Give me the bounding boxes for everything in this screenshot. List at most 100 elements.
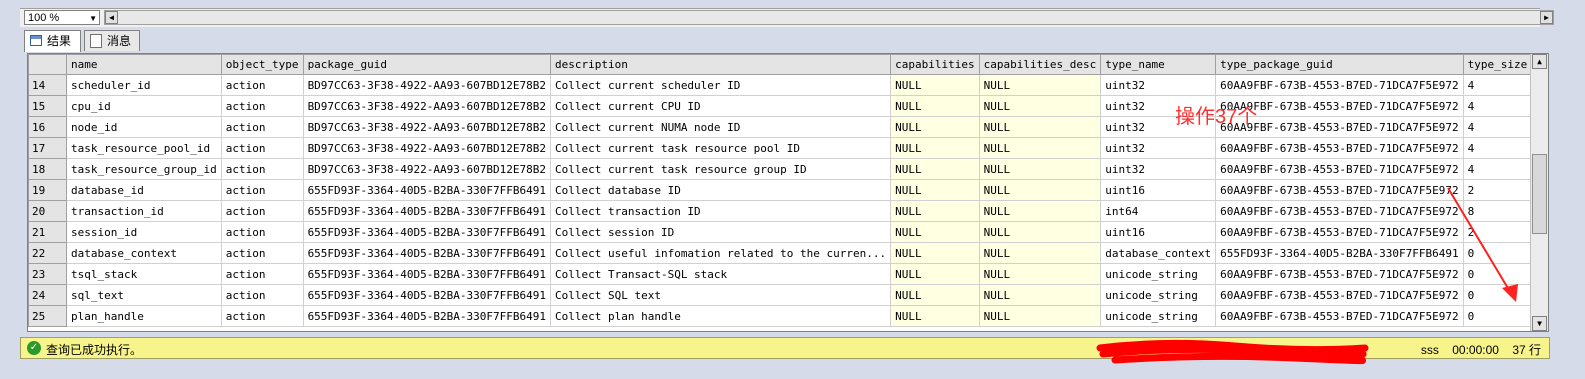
cell-capabilities[interactable]: NULL xyxy=(890,200,980,222)
cell-type-package-guid[interactable]: 60AA9FBF-673B-4553-B7ED-71DCA7F5E972 xyxy=(1215,200,1464,222)
cell-type-size[interactable]: 4 xyxy=(1462,137,1533,159)
row-number[interactable]: 16 xyxy=(28,116,67,138)
row-number[interactable]: 24 xyxy=(28,284,67,306)
cell-package-guid[interactable]: BD97CC63-3F38-4922-AA93-607BD12E78B2 xyxy=(302,137,551,159)
cell-package-guid[interactable]: BD97CC63-3F38-4922-AA93-607BD12E78B2 xyxy=(302,74,551,96)
cell-capabilities-desc[interactable]: NULL xyxy=(978,95,1102,117)
cell-object-type[interactable]: action xyxy=(220,221,304,243)
cell-type-name[interactable]: uint32 xyxy=(1100,137,1217,159)
cell-name[interactable]: scheduler_id xyxy=(66,74,222,96)
cell-capabilities-desc[interactable]: NULL xyxy=(978,305,1102,327)
cell-capabilities-desc[interactable]: NULL xyxy=(978,137,1102,159)
cell-capabilities[interactable]: NULL xyxy=(890,305,980,327)
row-number[interactable]: 22 xyxy=(28,242,67,264)
cell-package-guid[interactable]: 655FD93F-3364-40D5-B2BA-330F7FFB6491 xyxy=(302,242,551,264)
cell-type-size[interactable]: 4 xyxy=(1462,95,1533,117)
row-number[interactable]: 18 xyxy=(28,158,67,180)
cell-object-type[interactable]: action xyxy=(220,263,304,285)
cell-description[interactable]: Collect current scheduler ID xyxy=(549,74,892,96)
cell-description[interactable]: Collect plan handle xyxy=(549,305,892,327)
cell-capabilities-desc[interactable]: NULL xyxy=(978,158,1102,180)
cell-type-package-guid[interactable]: 60AA9FBF-673B-4553-B7ED-71DCA7F5E972 xyxy=(1215,221,1464,243)
column-header-type-package-guid[interactable]: type_package_guid xyxy=(1215,54,1464,75)
cell-name[interactable]: database_context xyxy=(66,242,222,264)
table-row[interactable]: 14 scheduler_id action BD97CC63-3F38-4922-A… xyxy=(28,74,1533,96)
cell-object-type[interactable]: action xyxy=(220,158,304,180)
cell-type-name[interactable]: unicode_string xyxy=(1100,305,1217,327)
cell-capabilities[interactable]: NULL xyxy=(890,263,980,285)
chevron-down-icon[interactable]: ▼ xyxy=(89,11,97,26)
row-number[interactable]: 20 xyxy=(28,200,67,222)
cell-capabilities[interactable]: NULL xyxy=(890,221,980,243)
cell-type-name[interactable]: database_context xyxy=(1100,242,1217,264)
row-number[interactable]: 19 xyxy=(28,179,67,201)
cell-name[interactable]: cpu_id xyxy=(66,95,222,117)
cell-capabilities[interactable]: NULL xyxy=(890,158,980,180)
cell-type-name[interactable]: uint16 xyxy=(1100,221,1217,243)
column-header-object-type[interactable]: object_type xyxy=(220,54,304,75)
cell-type-package-guid[interactable]: 60AA9FBF-673B-4553-B7ED-71DCA7F5E972 xyxy=(1215,74,1464,96)
scroll-down-icon[interactable]: ▼ xyxy=(1532,316,1547,331)
cell-object-type[interactable]: action xyxy=(220,242,304,264)
cell-description[interactable]: Collect current NUMA node ID xyxy=(549,116,892,138)
cell-package-guid[interactable]: 655FD93F-3364-40D5-B2BA-330F7FFB6491 xyxy=(302,263,551,285)
cell-description[interactable]: Collect useful infomation related to the… xyxy=(549,242,892,264)
cell-capabilities-desc[interactable]: NULL xyxy=(978,221,1102,243)
cell-capabilities-desc[interactable]: NULL xyxy=(978,74,1102,96)
cell-type-package-guid[interactable]: 60AA9FBF-673B-4553-B7ED-71DCA7F5E972 xyxy=(1215,284,1464,306)
cell-capabilities[interactable]: NULL xyxy=(890,137,980,159)
cell-name[interactable]: sql_text xyxy=(66,284,222,306)
table-row[interactable]: 20 transaction_id action 655FD93F-3364-40D5… xyxy=(28,200,1533,222)
cell-description[interactable]: Collect SQL text xyxy=(549,284,892,306)
column-header-description[interactable]: description xyxy=(549,54,892,75)
cell-name[interactable]: session_id xyxy=(66,221,222,243)
table-row[interactable]: 17 task_resource_pool_id action BD97CC63-3F… xyxy=(28,137,1533,159)
cell-type-name[interactable]: uint32 xyxy=(1100,158,1217,180)
table-row[interactable]: 25 plan_handle action 655FD93F-3364-40D5-B2… xyxy=(28,305,1533,327)
cell-capabilities-desc[interactable]: NULL xyxy=(978,116,1102,138)
cell-description[interactable]: Collect database ID xyxy=(549,179,892,201)
scroll-thumb[interactable] xyxy=(1532,154,1547,234)
cell-package-guid[interactable]: 655FD93F-3364-40D5-B2BA-330F7FFB6491 xyxy=(302,284,551,306)
cell-object-type[interactable]: action xyxy=(220,179,304,201)
column-header-capabilities[interactable]: capabilities xyxy=(890,54,980,75)
cell-type-name[interactable]: uint32 xyxy=(1100,74,1217,96)
table-row[interactable]: 16 node_id action BD97CC63-3F38-4922-AA93-6… xyxy=(28,116,1533,138)
column-header-name[interactable]: name xyxy=(66,54,222,75)
cell-package-guid[interactable]: BD97CC63-3F38-4922-AA93-607BD12E78B2 xyxy=(302,116,551,138)
table-row[interactable]: 19 database_id action 655FD93F-3364-40D5-B2… xyxy=(28,179,1533,201)
cell-capabilities[interactable]: NULL xyxy=(890,284,980,306)
row-number[interactable]: 15 xyxy=(28,95,67,117)
table-row[interactable]: 15 cpu_id action BD97CC63-3F38-4922-AA93-60… xyxy=(28,95,1533,117)
row-number[interactable]: 14 xyxy=(28,74,67,96)
cell-name[interactable]: plan_handle xyxy=(66,305,222,327)
cell-capabilities-desc[interactable]: NULL xyxy=(978,179,1102,201)
row-number[interactable]: 23 xyxy=(28,263,67,285)
column-header-package-guid[interactable]: package_guid xyxy=(302,54,551,75)
cell-type-size[interactable]: 4 xyxy=(1462,116,1533,138)
cell-description[interactable]: Collect session ID xyxy=(549,221,892,243)
cell-type-package-guid[interactable]: 60AA9FBF-673B-4553-B7ED-71DCA7F5E972 xyxy=(1215,137,1464,159)
cell-object-type[interactable]: action xyxy=(220,95,304,117)
cell-object-type[interactable]: action xyxy=(220,137,304,159)
vertical-scrollbar[interactable]: ▲ ▼ xyxy=(1530,54,1548,331)
table-row[interactable]: 18 task_resource_group_id action BD97CC63-3… xyxy=(28,158,1533,180)
results-grid[interactable]: name object_type package_guid description ca… xyxy=(27,53,1549,332)
table-row[interactable]: 24 sql_text action 655FD93F-3364-40D5-B2BA-… xyxy=(28,284,1533,306)
cell-type-name[interactable]: uint16 xyxy=(1100,179,1217,201)
tab-messages[interactable]: 消息 xyxy=(84,30,140,51)
cell-capabilities-desc[interactable]: NULL xyxy=(978,284,1102,306)
cell-description[interactable]: Collect transaction ID xyxy=(549,200,892,222)
cell-package-guid[interactable]: BD97CC63-3F38-4922-AA93-607BD12E78B2 xyxy=(302,158,551,180)
table-row[interactable]: 22 database_context action 655FD93F-3364-40… xyxy=(28,242,1533,264)
cell-type-name[interactable]: unicode_string xyxy=(1100,284,1217,306)
cell-type-package-guid[interactable]: 60AA9FBF-673B-4553-B7ED-71DCA7F5E972 xyxy=(1215,305,1464,327)
cell-package-guid[interactable]: 655FD93F-3364-40D5-B2BA-330F7FFB6491 xyxy=(302,305,551,327)
cell-object-type[interactable]: action xyxy=(220,284,304,306)
cell-capabilities[interactable]: NULL xyxy=(890,95,980,117)
cell-description[interactable]: Collect current task resource pool ID xyxy=(549,137,892,159)
table-row[interactable]: 21 session_id action 655FD93F-3364-40D5-B2B… xyxy=(28,221,1533,243)
cell-type-package-guid[interactable]: 60AA9FBF-673B-4553-B7ED-71DCA7F5E972 xyxy=(1215,179,1464,201)
cell-type-package-guid[interactable]: 60AA9FBF-673B-4553-B7ED-71DCA7F5E972 xyxy=(1215,263,1464,285)
column-header-type-name[interactable]: type_name xyxy=(1100,54,1217,75)
